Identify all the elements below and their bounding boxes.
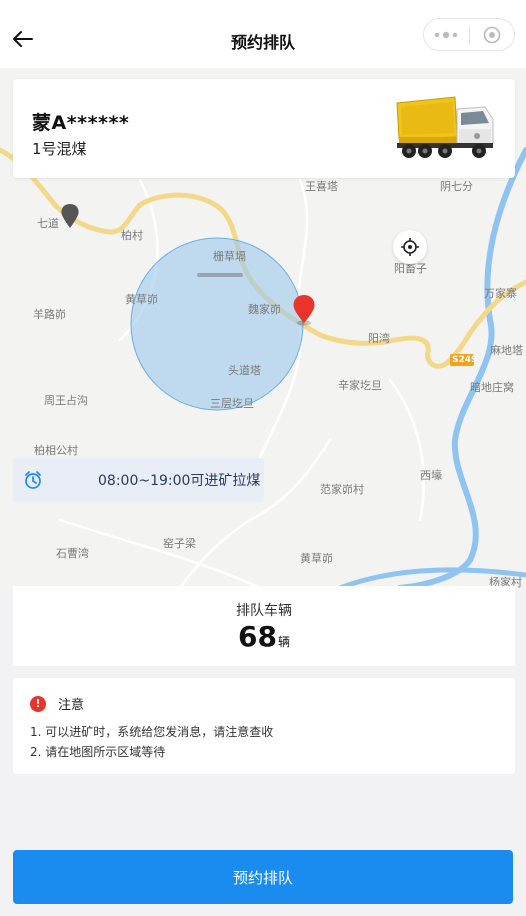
map-place-label: 三层圪旦 <box>210 397 254 410</box>
more-button[interactable] <box>424 19 469 50</box>
queue-count-wrap: 68辆 <box>13 620 515 653</box>
notice-card: ! 注意 1. 可以进矿时，系统给您发消息，请注意查收 2. 请在地图所示区域等… <box>13 678 515 774</box>
cargo-type: 1号混煤 <box>32 140 87 158</box>
more-dots-icon <box>435 31 458 38</box>
minor-road <box>58 518 262 588</box>
locate-button[interactable] <box>393 230 427 264</box>
map-place-label: 柏村 <box>121 229 143 242</box>
page: 预约排队 王喜塔 阴七分 七道 柏村 栅草塥 阳畜子 黄草峁 万家寨 羊路峁 魏… <box>0 0 526 916</box>
map-place-label: 王喜塔 <box>305 180 338 193</box>
map-place-label: 暗地庄窝 <box>470 381 514 394</box>
notice-line: 1. 可以进矿时，系统给您发消息，请注意查收 <box>30 725 274 739</box>
map-place-label: 西壕 <box>420 469 442 482</box>
minor-road <box>388 378 425 522</box>
alarm-clock-icon-wrap <box>13 458 53 502</box>
close-button[interactable] <box>470 19 515 50</box>
map-place-label: 栅草塥 <box>213 250 246 263</box>
map-place-label: 范家峁村 <box>320 483 364 496</box>
river <box>397 147 526 588</box>
map-place-label: 阳湾 <box>368 332 390 345</box>
map-place-label: 羊路峁 <box>33 308 66 321</box>
map-place-label: 周王占沟 <box>44 394 88 407</box>
notice-header: ! 注意 <box>30 694 84 713</box>
notice-title: 注意 <box>58 698 85 713</box>
map-place-label: 柏相公村 <box>34 444 78 457</box>
map-place-label: 阴七分 <box>440 180 473 193</box>
map-place-label: 万家寨 <box>484 287 517 300</box>
alarm-clock-icon <box>25 471 41 489</box>
map-place-label: 魏家峁 <box>248 303 281 316</box>
map-place-label: 黄草峁 <box>300 552 333 565</box>
map-place-label: 窑子梁 <box>163 537 196 550</box>
dump-truck-image <box>396 96 494 158</box>
target-circle-icon <box>483 26 501 43</box>
map-place-label: 麻地塔 <box>490 344 523 357</box>
license-plate: 蒙A****** <box>32 112 130 134</box>
waypoint-marker[interactable] <box>61 204 79 228</box>
vehicle-card: 蒙A****** 1号混煤 <box>13 79 515 178</box>
locate-crosshair-icon <box>401 238 419 256</box>
navigation-bar: 预约排队 <box>0 0 526 68</box>
geofence-handle <box>197 273 243 277</box>
map-place-label: 头道塔 <box>228 364 261 377</box>
working-hours-banner: 08:00~19:00可进矿拉煤 <box>13 458 264 502</box>
mini-program-capsule <box>423 18 515 51</box>
warning-icon: ! <box>30 695 46 712</box>
queue-count: 68 <box>238 620 277 653</box>
map-place-label: 辛家圪旦 <box>338 379 382 392</box>
map-place-label: 黄草峁 <box>125 293 158 306</box>
reserve-queue-button[interactable]: 预约排队 <box>13 850 513 904</box>
queue-label: 排队车辆 <box>236 603 292 619</box>
queue-unit: 辆 <box>277 635 290 649</box>
queue-card: 排队车辆 68辆 <box>13 586 515 666</box>
working-hours-text: 08:00~19:00可进矿拉煤 <box>98 473 261 489</box>
notice-line: 2. 请在地图所示区域等待 <box>30 745 166 759</box>
map-place-label: 石曹湾 <box>56 547 89 560</box>
highway-label: S249 <box>452 355 478 365</box>
map-place-label: 七道 <box>37 217 59 230</box>
